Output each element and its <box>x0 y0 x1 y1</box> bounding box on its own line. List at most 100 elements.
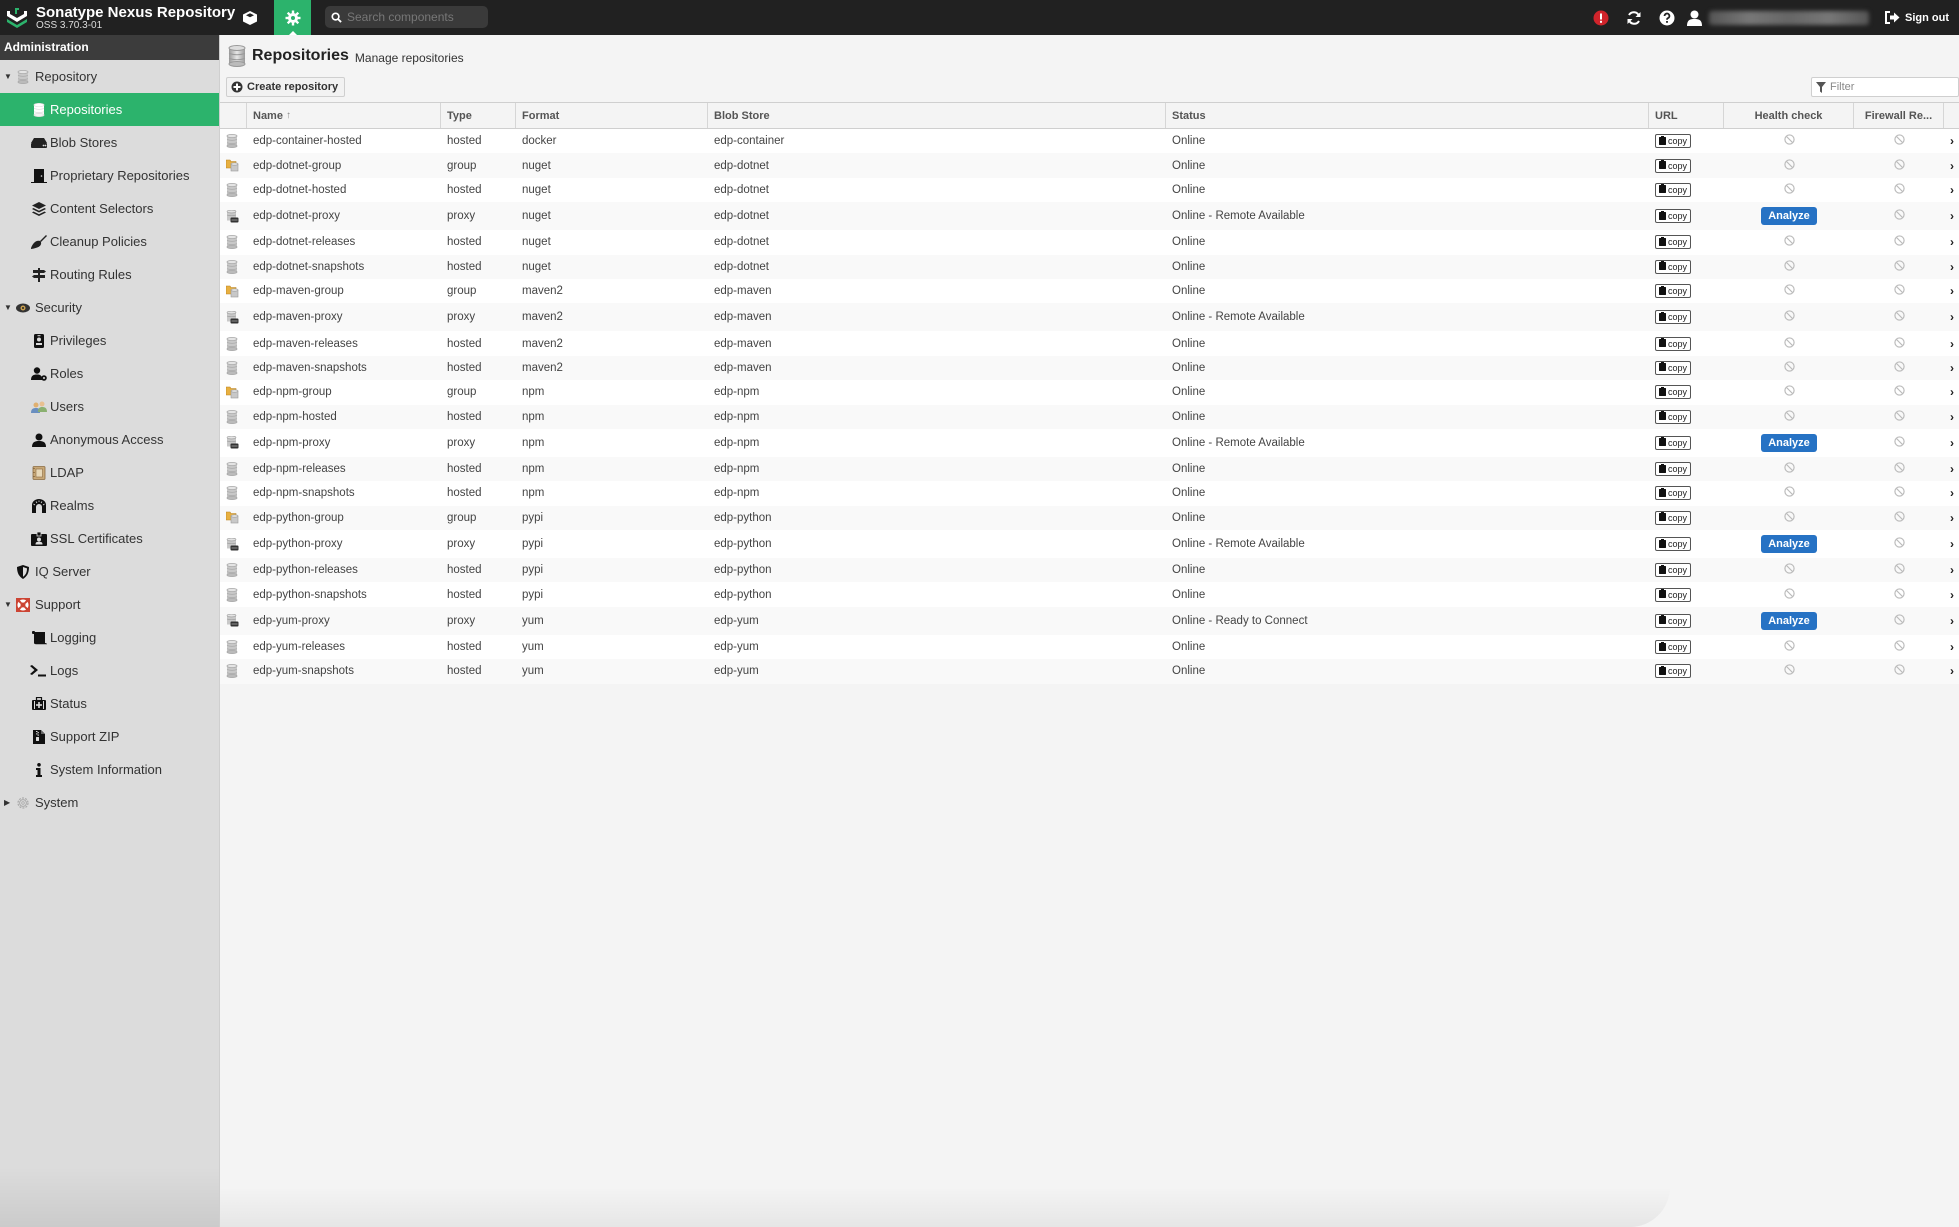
alert-button[interactable] <box>1584 0 1617 35</box>
copy-url-button[interactable]: copy <box>1655 385 1692 400</box>
help-button[interactable] <box>1650 0 1683 35</box>
copy-url-button[interactable]: copy <box>1655 360 1692 375</box>
table-row[interactable]: edp-python-snapshots hosted pypi edp-python… <box>220 582 1959 606</box>
table-row[interactable]: edp-npm-proxy proxy npm edp-npm Online - Rem… <box>220 429 1959 457</box>
browse-mode-button[interactable] <box>232 0 268 35</box>
row-detail-chevron-icon[interactable]: › <box>1944 260 1959 274</box>
copy-url-button[interactable]: copy <box>1655 182 1692 197</box>
column-header-firewall[interactable]: Firewall Re... <box>1854 103 1944 128</box>
filter-box[interactable] <box>1811 77 1959 97</box>
row-detail-chevron-icon[interactable]: › <box>1944 640 1959 654</box>
sidebar-item-security[interactable]: ▼ Security <box>0 291 219 324</box>
copy-url-button[interactable]: copy <box>1655 613 1692 628</box>
sidebar-item-ldap[interactable]: LDAP <box>0 456 219 489</box>
sidebar-item-users[interactable]: Users <box>0 390 219 423</box>
table-row[interactable]: edp-maven-proxy proxy maven2 edp-maven Onlin… <box>220 303 1959 332</box>
table-row[interactable]: edp-npm-hosted hosted npm edp-npm Online copy… <box>220 404 1959 429</box>
row-detail-chevron-icon[interactable]: › <box>1944 614 1959 628</box>
row-detail-chevron-icon[interactable]: › <box>1944 436 1959 450</box>
copy-url-button[interactable]: copy <box>1655 209 1692 224</box>
table-row[interactable]: edp-maven-snapshots hosted maven2 edp-maven… <box>220 355 1959 381</box>
analyze-button[interactable]: Analyze <box>1761 207 1817 226</box>
column-header-name[interactable]: Name ↑ <box>247 103 441 128</box>
table-row[interactable]: edp-dotnet-snapshots hosted nuget edp-dotne… <box>220 254 1959 279</box>
row-detail-chevron-icon[interactable]: › <box>1944 511 1959 525</box>
analyze-button[interactable]: Analyze <box>1761 535 1817 554</box>
expanded-caret-icon[interactable]: ▼ <box>4 600 14 609</box>
copy-url-button[interactable]: copy <box>1655 259 1692 274</box>
table-row[interactable]: edp-yum-snapshots hosted yum edp-yum Online c… <box>220 659 1959 684</box>
sidebar-item-repository[interactable]: ▼ Repository <box>0 60 219 93</box>
table-row[interactable]: edp-python-proxy proxy pypi edp-python Onlin… <box>220 530 1959 558</box>
copy-url-button[interactable]: copy <box>1655 310 1692 325</box>
expanded-caret-icon[interactable]: ▼ <box>4 72 14 81</box>
copy-url-button[interactable]: copy <box>1655 486 1692 501</box>
analyze-button[interactable]: Analyze <box>1761 611 1817 630</box>
analyze-button[interactable]: Analyze <box>1761 433 1817 452</box>
column-header-type[interactable]: Type <box>441 103 516 128</box>
row-detail-chevron-icon[interactable]: › <box>1944 588 1959 602</box>
sidebar-item-roles[interactable]: Roles <box>0 357 219 390</box>
sidebar-item-repositories[interactable]: Repositories <box>0 93 219 126</box>
row-detail-chevron-icon[interactable]: › <box>1944 284 1959 298</box>
row-detail-chevron-icon[interactable]: › <box>1944 361 1959 375</box>
column-header-status[interactable]: Status <box>1166 103 1649 128</box>
sidebar-item-content-selectors[interactable]: Content Selectors <box>0 192 219 225</box>
copy-url-button[interactable]: copy <box>1655 284 1692 299</box>
row-detail-chevron-icon[interactable]: › <box>1944 563 1959 577</box>
table-row[interactable]: edp-dotnet-proxy proxy nuget edp-dotnet Onli… <box>220 202 1959 231</box>
table-row[interactable]: edp-dotnet-hosted hosted nuget edp-dotnet On… <box>220 178 1959 202</box>
row-detail-chevron-icon[interactable]: › <box>1944 159 1959 173</box>
row-detail-chevron-icon[interactable]: › <box>1944 337 1959 351</box>
copy-url-button[interactable]: copy <box>1655 563 1692 578</box>
row-detail-chevron-icon[interactable]: › <box>1944 209 1959 223</box>
copy-url-button[interactable]: copy <box>1655 409 1692 424</box>
copy-url-button[interactable]: copy <box>1655 537 1692 552</box>
table-row[interactable]: edp-maven-group group maven2 edp-maven Onlin… <box>220 279 1959 303</box>
table-row[interactable]: edp-npm-snapshots hosted npm edp-npm Online c… <box>220 481 1959 505</box>
row-detail-chevron-icon[interactable]: › <box>1944 310 1959 324</box>
table-row[interactable]: edp-container-hosted hosted docker edp-cont… <box>220 129 1959 153</box>
row-detail-chevron-icon[interactable]: › <box>1944 385 1959 399</box>
row-detail-chevron-icon[interactable]: › <box>1944 410 1959 424</box>
copy-url-button[interactable]: copy <box>1655 435 1692 450</box>
table-row[interactable]: edp-yum-releases hosted yum edp-yum Online co… <box>220 635 1959 659</box>
column-header-url[interactable]: URL <box>1649 103 1724 128</box>
brand[interactable]: Sonatype Nexus Repository OSS 3.70.3-01 <box>4 2 235 33</box>
table-row[interactable]: edp-dotnet-group group nuget edp-dotnet Onli… <box>220 153 1959 178</box>
copy-url-button[interactable]: copy <box>1655 664 1692 679</box>
copy-url-button[interactable]: copy <box>1655 510 1692 525</box>
table-row[interactable]: edp-dotnet-releases hosted nuget edp-dotnet… <box>220 230 1959 254</box>
sidebar-item-ssl-certificates[interactable]: SSL Certificates <box>0 522 219 555</box>
refresh-button[interactable] <box>1617 0 1650 35</box>
table-row[interactable]: edp-python-releases hosted pypi edp-python O… <box>220 558 1959 583</box>
copy-url-button[interactable]: copy <box>1655 640 1692 655</box>
sidebar-item-logging[interactable]: Logging <box>0 621 219 654</box>
copy-url-button[interactable]: copy <box>1655 134 1692 149</box>
sidebar-item-realms[interactable]: Realms <box>0 489 219 522</box>
row-detail-chevron-icon[interactable]: › <box>1944 134 1959 148</box>
column-header-format[interactable]: Format <box>516 103 708 128</box>
sidebar-item-cleanup-policies[interactable]: Cleanup Policies <box>0 225 219 258</box>
copy-url-button[interactable]: copy <box>1655 336 1692 351</box>
sidebar-item-privileges[interactable]: Privileges <box>0 324 219 357</box>
sidebar-item-logs[interactable]: Logs <box>0 654 219 687</box>
collapsed-caret-icon[interactable]: ▶ <box>4 798 14 807</box>
table-row[interactable]: edp-npm-releases hosted npm edp-npm Online co… <box>220 456 1959 482</box>
sidebar-item-proprietary-repositories[interactable]: Proprietary Repositories <box>0 159 219 192</box>
table-row[interactable]: edp-npm-group group npm edp-npm Online copy › <box>220 380 1959 404</box>
search-components-input[interactable] <box>347 10 477 24</box>
user-button[interactable] <box>1683 0 1705 35</box>
column-header-blob-store[interactable]: Blob Store <box>708 103 1166 128</box>
row-detail-chevron-icon[interactable]: › <box>1944 537 1959 551</box>
row-detail-chevron-icon[interactable]: › <box>1944 183 1959 197</box>
create-repository-button[interactable]: Create repository <box>226 77 346 97</box>
row-detail-chevron-icon[interactable]: › <box>1944 664 1959 678</box>
sidebar-item-anonymous-access[interactable]: Anonymous Access <box>0 423 219 456</box>
sidebar-item-system-information[interactable]: System Information <box>0 753 219 786</box>
table-row[interactable]: edp-maven-releases hosted maven2 edp-maven O… <box>220 331 1959 355</box>
sidebar-item-iq-server[interactable]: ▶IQ Server <box>0 555 219 588</box>
sidebar-item-support[interactable]: ▼ Support <box>0 588 219 621</box>
sidebar-item-system[interactable]: ▶ System <box>0 786 219 819</box>
column-header-health-check[interactable]: Health check <box>1724 103 1854 128</box>
